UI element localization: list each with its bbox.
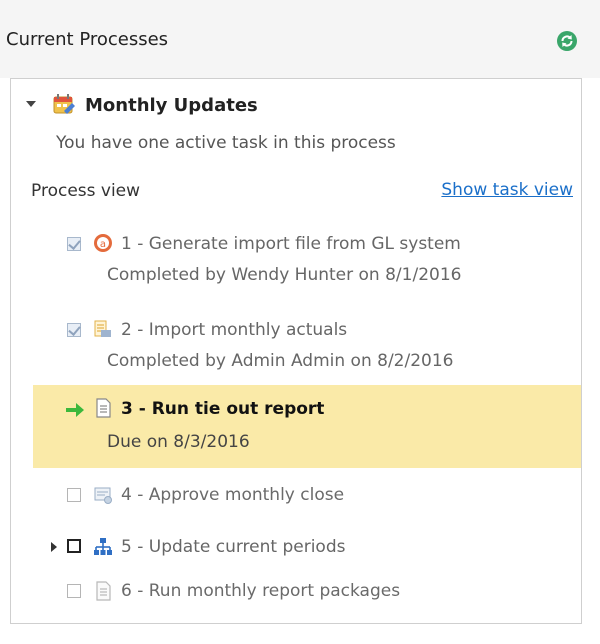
- collapse-arrow-icon[interactable]: [26, 101, 36, 107]
- task-checkbox[interactable]: [67, 488, 81, 502]
- process-view-label: Process view: [31, 181, 141, 201]
- process-title[interactable]: Monthly Updates: [85, 95, 258, 116]
- task-name: 1 - Generate import file from GL system: [121, 234, 461, 254]
- refresh-icon[interactable]: [556, 30, 578, 52]
- task-checkbox[interactable]: [67, 323, 81, 337]
- task-row[interactable]: a 1 - Generate import file from GL syste…: [33, 219, 581, 299]
- task-detail: Completed by Wendy Hunter on 8/1/2016: [107, 265, 462, 285]
- report-icon: [93, 398, 113, 418]
- task-checkbox[interactable]: [67, 584, 81, 598]
- current-step-arrow-icon: [65, 400, 85, 420]
- task-checkbox[interactable]: [67, 237, 81, 251]
- approve-icon: [93, 485, 113, 505]
- import-icon: [93, 319, 113, 339]
- task-row[interactable]: 5 - Update current periods: [33, 527, 581, 569]
- task-name: 3 - Run tie out report: [121, 399, 325, 419]
- gl-system-icon: a: [93, 233, 113, 253]
- task-name: 6 - Run monthly report packages: [121, 581, 401, 601]
- task-detail: Completed by Admin Admin on 8/2/2016: [107, 351, 454, 371]
- svg-text:a: a: [100, 239, 106, 250]
- process-subtitle: You have one active task in this process: [56, 133, 396, 153]
- task-row[interactable]: 6 - Run monthly report packages: [33, 571, 581, 613]
- panel-header: Current Processes: [0, 0, 600, 78]
- task-name: 5 - Update current periods: [121, 537, 346, 557]
- panel-title: Current Processes: [6, 29, 169, 50]
- task-name: 2 - Import monthly actuals: [121, 320, 348, 340]
- report-package-icon: [93, 581, 113, 601]
- hierarchy-icon: [93, 537, 113, 557]
- process-calendar-icon: [52, 93, 76, 117]
- task-row[interactable]: 2 - Import monthly actuals Completed by …: [33, 305, 581, 385]
- task-row-active[interactable]: 3 - Run tie out report Due on 8/3/2016: [33, 385, 581, 468]
- process-panel: Monthly Updates You have one active task…: [10, 78, 582, 624]
- task-checkbox[interactable]: [67, 539, 81, 553]
- task-detail: Due on 8/3/2016: [107, 432, 250, 452]
- task-name: 4 - Approve monthly close: [121, 485, 345, 505]
- show-task-view-link[interactable]: Show task view: [441, 180, 573, 200]
- expand-arrow-icon[interactable]: [51, 542, 57, 552]
- task-row[interactable]: 4 - Approve monthly close: [33, 475, 581, 517]
